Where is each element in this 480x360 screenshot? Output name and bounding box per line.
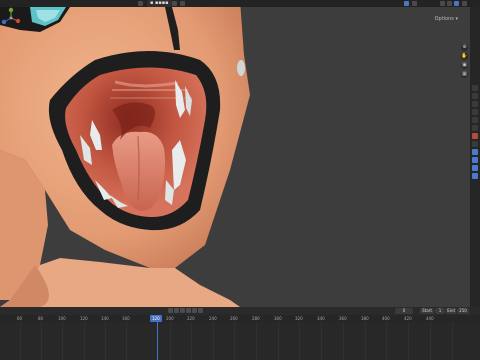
blender-window: ▪ ▪▪▪▪ Options ▾ ⊕ ✋ ▣ ▦ 0 Start 1 End 2… [0,0,480,360]
navigation-gizmo[interactable] [0,7,22,29]
next-keyframe-icon[interactable] [192,308,197,313]
timeline-track-area[interactable] [0,322,480,360]
start-label: Start [420,308,434,314]
ruler-tick: 420 [404,316,412,321]
ruler-tick: 120 [80,316,88,321]
ruler-tick: 380 [361,316,369,321]
sidebar-tab-strip [470,7,480,307]
ruler-tick: 80 [38,316,44,321]
playhead-line[interactable] [157,322,158,360]
tool-icon[interactable] [472,85,478,91]
play-reverse-icon[interactable] [180,308,185,313]
zoom-icon[interactable]: ⊕ [461,44,468,51]
physics-icon[interactable] [472,157,478,163]
constraints-icon[interactable] [472,165,478,171]
right-eye-highlight [237,60,245,76]
ruler-tick: 440 [426,316,434,321]
ruler-tick: 300 [274,316,282,321]
object-mode-dropdown[interactable]: ▪ ▪▪▪▪ [147,0,172,7]
ruler-tick: 160 [122,316,130,321]
frame-ruler[interactable]: 60 80 100 120 140 160 120 200 220 240 26… [0,315,480,322]
solid-shading-icon[interactable] [440,1,445,6]
ruler-tick: 340 [317,316,325,321]
options-dropdown[interactable]: Options ▾ [435,16,458,22]
viewport-header: ▪ ▪▪▪▪ [0,0,480,7]
view-icon[interactable] [138,1,143,6]
3d-viewport[interactable]: Options ▾ ⊕ ✋ ▣ ▦ [0,7,470,307]
current-frame-field[interactable]: 0 [395,308,413,314]
render-icon[interactable] [472,93,478,99]
ruler-tick: 400 [382,316,390,321]
ruler-tick: 100 [58,316,66,321]
transform-icon[interactable] [172,1,177,6]
overlay-icon[interactable] [404,1,409,6]
rendered-shading-icon[interactable] [454,1,459,6]
snap-icon[interactable] [180,1,185,6]
perspective-toggle-icon[interactable]: ▦ [461,71,468,78]
object-icon[interactable] [472,133,478,139]
end-frame-field[interactable]: 250 [457,308,469,314]
ruler-tick: 200 [166,316,174,321]
ruler-tick: 360 [339,316,347,321]
ruler-tick: 220 [187,316,195,321]
scene-icon[interactable] [472,117,478,123]
timeline-header: 0 Start 1 End 250 [0,307,480,315]
start-frame-field[interactable]: 1 [435,308,445,314]
jump-end-icon[interactable] [198,308,203,313]
current-frame-indicator[interactable]: 120 [150,315,162,322]
gizmo-y-icon [1,19,7,25]
view-layer-icon[interactable] [472,109,478,115]
ruler-tick: 280 [252,316,260,321]
play-icon[interactable] [186,308,191,313]
ruler-tick: 60 [17,316,23,321]
end-label: End [446,308,456,314]
shading-options-icon[interactable] [462,1,467,6]
ruler-tick: 240 [209,316,217,321]
playback-controls [168,308,204,314]
gizmo-z-icon [8,7,14,13]
gizmo-x-icon [15,18,21,24]
output-icon[interactable] [472,101,478,107]
character-render [0,7,250,307]
prev-keyframe-icon[interactable] [174,308,179,313]
camera-view-icon[interactable]: ▣ [461,62,468,69]
modifier-icon[interactable] [472,141,478,147]
world-icon[interactable] [472,125,478,131]
ruler-tick: 260 [230,316,238,321]
ruler-tick: 140 [101,316,109,321]
pan-hand-icon[interactable]: ✋ [461,53,468,60]
jump-start-icon[interactable] [168,308,173,313]
ruler-tick: 320 [295,316,303,321]
particles-icon[interactable] [472,149,478,155]
data-icon[interactable] [472,173,478,179]
material-shading-icon[interactable] [447,1,452,6]
xray-icon[interactable] [412,1,417,6]
